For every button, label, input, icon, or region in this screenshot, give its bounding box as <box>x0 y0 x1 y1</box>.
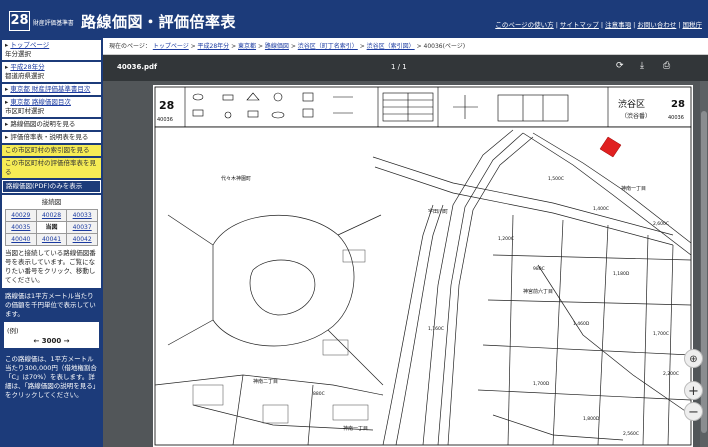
breadcrumb-link[interactable]: トップページ <box>153 43 189 50</box>
breadcrumb-link[interactable]: 平成28年分 <box>198 43 230 50</box>
site-logo[interactable]: 28 <box>9 11 30 31</box>
adjacent-panel: 接続図 40029 40028 40033 40035 当図 40037 400… <box>2 195 101 288</box>
adjacent-link[interactable]: 40035 <box>6 222 36 233</box>
road-value: 2,600C <box>653 221 669 227</box>
road-value: 2,200C <box>663 371 679 377</box>
example-value: ← 3000 → <box>33 337 70 345</box>
print-icon[interactable]: ⎙ <box>663 61 670 71</box>
adjacent-link[interactable]: 40029 <box>6 210 36 221</box>
zoom-out-button[interactable]: − <box>684 402 703 421</box>
index-map-button[interactable]: この市区町村の索引図を見る <box>2 145 101 156</box>
road-value: 1,500C <box>548 176 564 182</box>
area-label: 神南二丁目 <box>253 378 278 385</box>
sitemap-link[interactable]: サイトマップ <box>560 21 599 29</box>
road-value: 1,180D <box>613 271 630 277</box>
sidebar: ▸ トップページ 年分選択 ▸ 平成28年分 都道府県選択 ▸ 東京都 財産評価基準… <box>0 38 103 447</box>
road-value: 2,560C <box>623 431 639 437</box>
zoom-in-button[interactable]: + <box>684 381 703 400</box>
adjacent-link[interactable]: 40040 <box>6 234 36 245</box>
road-value: 1,800D <box>583 416 600 422</box>
example-detail: この路線価は、1平方メートル当たり300,000円（借地権割合「C」は70%）を… <box>5 355 97 399</box>
sheet-number-right: 40036 <box>668 115 684 121</box>
road-value: 980C <box>533 266 545 272</box>
breadcrumb-link[interactable]: 東京都 <box>238 43 256 50</box>
breadcrumb-link[interactable]: 路線価図 <box>265 43 289 50</box>
pdf-viewer: 40036.pdf 1 / 1 ⟳ ⤓ ⎙ 28 40036 渋谷区 （渋谷番）… <box>103 55 708 447</box>
area-label: 神南一丁目 <box>343 425 368 432</box>
adjacent-link[interactable]: 40037 <box>67 222 97 233</box>
page-indicator: 1 / 1 <box>391 63 407 71</box>
ward-name: 渋谷区 <box>618 98 645 110</box>
area-label: 宇田川町 <box>428 208 448 215</box>
adjacent-link[interactable]: 40042 <box>67 234 97 245</box>
road-value: 1,700C <box>653 331 669 337</box>
breadcrumb-current: 40036(ページ) <box>423 43 466 50</box>
breadcrumb: 現在のページ： トップページ > 平成28年分 > 東京都 > 路線価図 > 渋… <box>103 38 708 55</box>
pref-number-right: 28 <box>671 99 685 110</box>
adjacent-grid: 40029 40028 40033 40035 当図 40037 40040 4… <box>5 209 98 246</box>
breadcrumb-link[interactable]: （町丁名索引） <box>316 43 358 50</box>
road-value: 1,200C <box>498 236 514 242</box>
site-header: 28 財産評価基準書 路線価図・評価倍率表 このページの使い方 | サイトマップ | 注… <box>0 0 708 38</box>
multiplier-table-button[interactable]: この市区町村の評価倍率表を見る <box>2 158 101 178</box>
logo-subtitle: 財産評価基準書 <box>33 20 74 27</box>
sheet-number-left: 40036 <box>157 117 173 123</box>
example-box: (例) ← 3000 → <box>4 322 99 348</box>
road-value: 1,700D <box>533 381 550 387</box>
pdf-page[interactable]: 28 40036 渋谷区 （渋谷番） 28 40036 代々木神園町 神南二丁目… <box>153 85 693 447</box>
fit-page-button[interactable]: ⊕ <box>684 349 703 368</box>
sidebar-item-toc[interactable]: ▸ 東京都 財産評価基準書目次 <box>2 84 101 95</box>
ward-sub: （渋谷番） <box>621 112 651 120</box>
adjacent-link[interactable]: 40033 <box>67 210 97 221</box>
download-icon[interactable]: ⤓ <box>640 61 644 71</box>
header-links: このページの使い方 | サイトマップ | 注意事項 | お問い合わせ | 国税庁 <box>495 21 703 29</box>
sidebar-item-year[interactable]: ▸ 平成28年分 都道府県選択 <box>2 62 101 82</box>
area-label: 代々木神園町 <box>221 175 251 182</box>
value-note: 路線価は1平方メートル当たりの価額を千円単位で表示しています。 <box>5 292 96 318</box>
road-value: 1,160C <box>428 326 444 332</box>
breadcrumb-link[interactable]: （索引図） <box>385 43 415 50</box>
adjacent-link[interactable]: 40041 <box>36 234 67 245</box>
sidebar-item-top[interactable]: ▸ トップページ 年分選択 <box>2 40 101 60</box>
sidebar-item-multiplier[interactable]: ▸ 評価倍率表・説明表を見る <box>2 132 101 143</box>
rosenka-map: 28 40036 渋谷区 （渋谷番） 28 40036 代々木神園町 神南二丁目… <box>154 86 692 446</box>
road-value: 880C <box>313 391 325 397</box>
nta-link[interactable]: 国税庁 <box>683 21 703 29</box>
pref-number: 28 <box>159 99 174 112</box>
contact-link[interactable]: お問い合わせ <box>637 21 676 29</box>
scroll-thumb[interactable] <box>701 111 707 433</box>
notice-link[interactable]: 注意事項 <box>605 21 631 29</box>
usage-link[interactable]: このページの使い方 <box>495 21 553 29</box>
adjacent-title: 接続図 <box>41 198 62 206</box>
area-label: 神南一丁目 <box>621 185 646 192</box>
breadcrumb-link[interactable]: 渋谷区 <box>298 43 316 50</box>
adjacent-note: 当図と接続している路線価図番号を表示しています。ご覧になりたい番号をクリック、移… <box>5 249 96 284</box>
pdf-toolbar: 40036.pdf 1 / 1 ⟳ ⤓ ⎙ <box>103 55 708 81</box>
area-label: 神宮前六丁目 <box>523 288 553 295</box>
sidebar-item-rosenka-toc[interactable]: ▸ 東京都 路線価図目次 市区町村選択 <box>2 97 101 117</box>
pdf-only-button[interactable]: 路線価図(PDF)のみを表示 <box>2 180 101 193</box>
current-sheet: 当図 <box>36 222 67 233</box>
adjacent-link[interactable]: 40028 <box>36 210 67 221</box>
page-title: 路線価図・評価倍率表 <box>81 13 237 31</box>
road-value: 1,460D <box>573 321 590 327</box>
breadcrumb-prefix: 現在のページ： <box>109 43 151 50</box>
breadcrumb-link[interactable]: 渋谷区 <box>367 43 385 50</box>
rotate-icon[interactable]: ⟳ <box>616 61 624 71</box>
pdf-filename: 40036.pdf <box>117 63 158 71</box>
sidebar-item-explanation[interactable]: ▸ 路線価図の説明を見る <box>2 119 101 130</box>
road-value: 1,400C <box>593 206 609 212</box>
example-label: (例) <box>7 327 19 335</box>
